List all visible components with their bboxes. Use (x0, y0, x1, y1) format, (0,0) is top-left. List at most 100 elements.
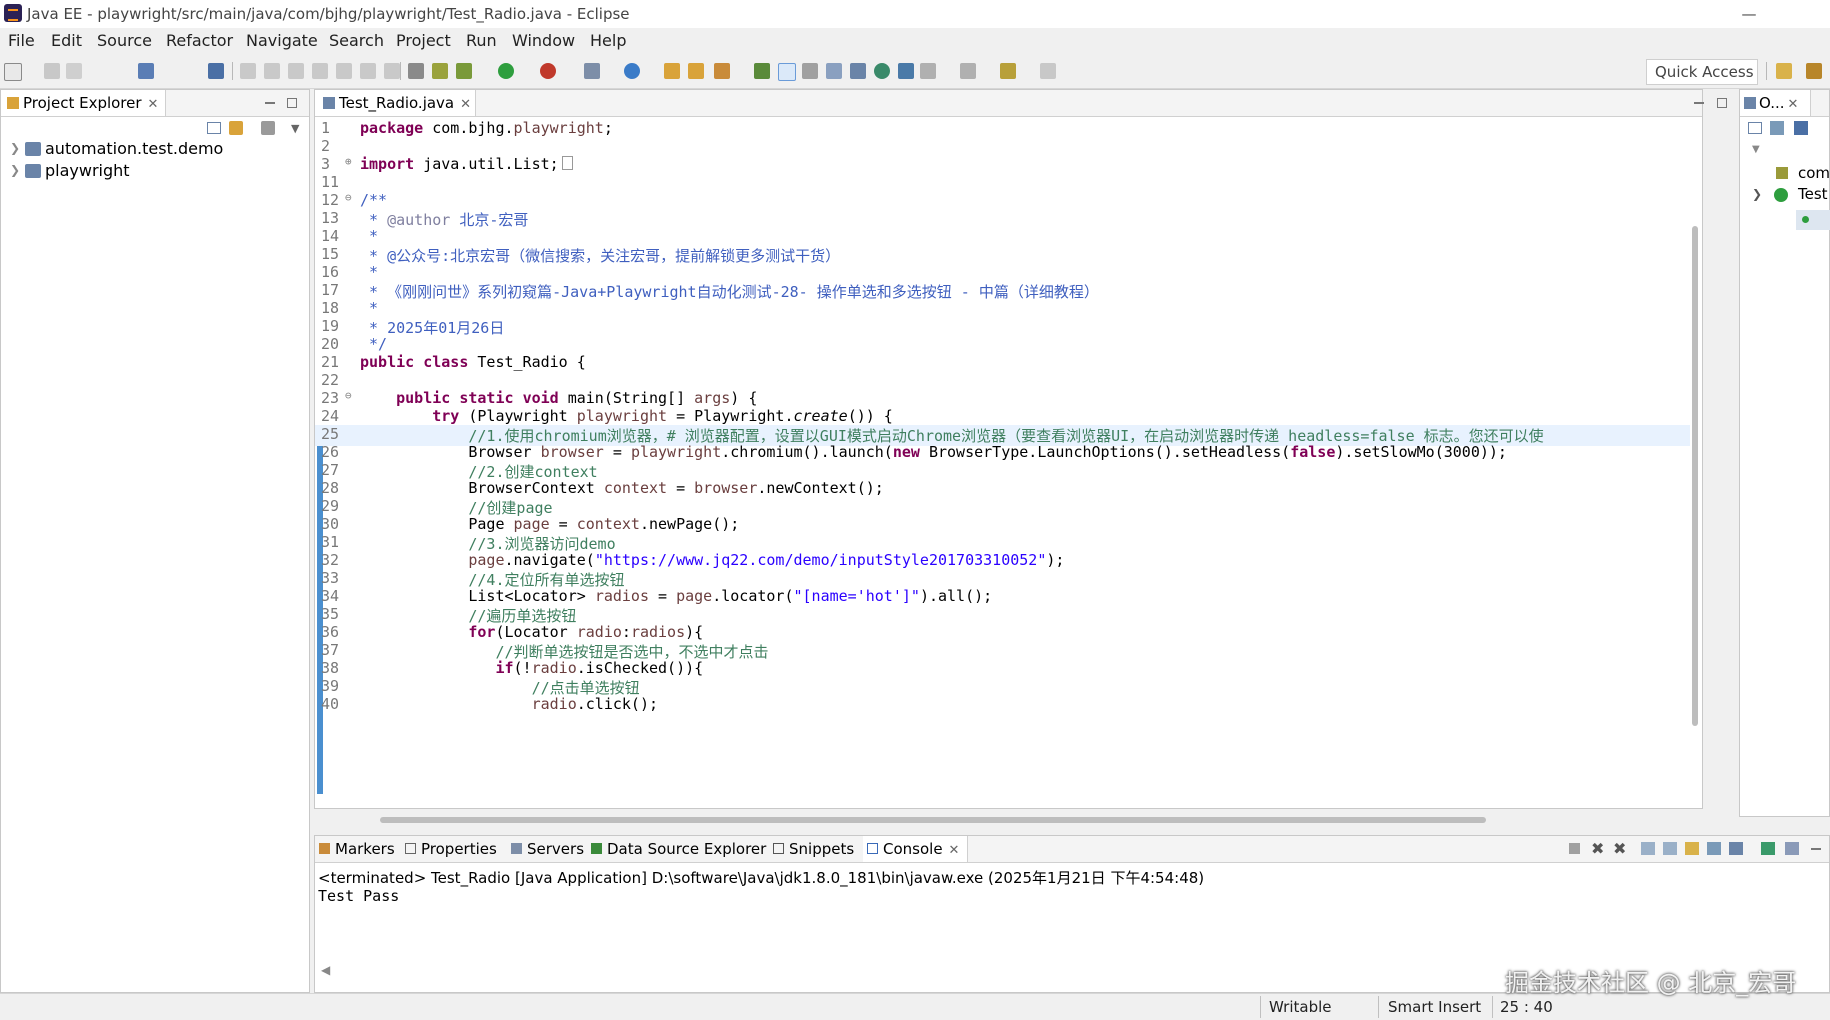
next-annotation-icon[interactable] (920, 63, 936, 79)
close-icon[interactable]: ✕ (1788, 97, 1799, 112)
open-perspective-2-icon[interactable] (1776, 63, 1792, 79)
scroll-left-icon[interactable]: ◀ (321, 963, 330, 977)
open-folder-icon[interactable] (688, 63, 704, 79)
minimize-view-icon[interactable] (1811, 848, 1821, 850)
view-filters-icon[interactable] (261, 121, 275, 135)
pin-icon[interactable] (208, 63, 224, 79)
fold-toggle-icon[interactable]: ⊕ (345, 155, 352, 168)
previous-annotation-icon[interactable] (960, 63, 976, 79)
menu-navigate[interactable]: Navigate (246, 31, 318, 50)
close-icon[interactable]: ✕ (949, 843, 960, 858)
word-wrap-icon[interactable] (1663, 842, 1677, 855)
tab-properties[interactable]: Properties (405, 836, 497, 862)
step-return-icon[interactable] (384, 63, 400, 79)
hide-fields-icon[interactable] (1794, 121, 1808, 135)
back-icon[interactable] (1000, 63, 1016, 79)
chevron-right-icon[interactable]: ❯ (10, 163, 20, 177)
menu-file[interactable]: File (8, 31, 35, 50)
tree-item-project[interactable]: ❯ playwright (1, 161, 301, 183)
fold-toggle-icon[interactable]: ⊖ (345, 389, 352, 402)
menu-project[interactable]: Project (396, 31, 451, 50)
menu-source[interactable]: Source (97, 31, 152, 50)
menu-help[interactable]: Help (590, 31, 626, 50)
show-console-on-output-icon[interactable] (1685, 842, 1699, 855)
open-console-icon[interactable] (1785, 842, 1799, 855)
minimize-view-icon[interactable] (265, 102, 275, 104)
close-icon[interactable]: ✕ (460, 97, 471, 112)
new-java-class-icon[interactable] (624, 63, 640, 79)
quick-access-input[interactable]: Quick Access (1646, 59, 1758, 85)
link-with-editor-icon[interactable] (229, 121, 243, 135)
new-server-icon[interactable] (584, 63, 600, 79)
tab-servers[interactable]: Servers (511, 836, 584, 862)
open-type-icon[interactable] (664, 63, 680, 79)
maximize-view-icon[interactable] (287, 98, 297, 108)
collapse-all-icon[interactable] (1748, 122, 1762, 134)
run-icon[interactable] (498, 63, 514, 79)
terminate-icon[interactable] (1569, 843, 1580, 854)
skip-breakpoints-icon[interactable] (432, 63, 448, 79)
view-menu-icon[interactable]: ▼ (291, 122, 299, 135)
toggle-mark-occurrences-icon[interactable] (778, 63, 796, 81)
word-wrap-icon[interactable] (850, 63, 866, 79)
tree-item-project[interactable]: ❯ automation.test.demo (1, 139, 301, 161)
tab-project-explorer[interactable]: Project Explorer ✕ (1, 90, 166, 116)
disconnect-icon[interactable] (312, 63, 328, 79)
annotation-icon[interactable] (754, 63, 770, 79)
open-perspective-icon[interactable] (138, 63, 154, 79)
pin-console-icon[interactable] (1761, 842, 1775, 855)
status-insert-mode[interactable]: Smart Insert (1388, 998, 1481, 1016)
outline-item-package[interactable]: com (1798, 164, 1830, 182)
minimize-editor-icon[interactable] (1694, 102, 1704, 104)
show-console-on-error-icon[interactable] (1707, 842, 1721, 855)
menu-window[interactable]: Window (512, 31, 575, 50)
step-over-icon[interactable] (360, 63, 376, 79)
tab-snippets[interactable]: Snippets (773, 836, 854, 862)
block-selection-icon[interactable] (802, 63, 818, 79)
menu-edit[interactable]: Edit (51, 31, 82, 50)
menu-search[interactable]: Search (329, 31, 384, 50)
tab-outline[interactable]: O... ✕ (1740, 90, 1811, 116)
remove-all-terminated-icon[interactable]: ✖ (1613, 839, 1626, 858)
remove-launch-icon[interactable]: ✖ (1591, 839, 1604, 858)
chevron-right-icon[interactable]: ❯ (10, 141, 20, 155)
resume-icon[interactable] (240, 63, 256, 79)
new-icon[interactable] (4, 63, 22, 81)
show-whitespace-icon[interactable] (826, 63, 842, 79)
debug-icon[interactable] (456, 63, 472, 79)
maximize-editor-icon[interactable] (1717, 98, 1727, 108)
code-editor[interactable]: 1 package com.bjhg.playwright; 2 3 ⊕ import j… (315, 117, 1702, 794)
scroll-lock-icon[interactable] (1641, 842, 1655, 855)
display-selected-console-icon[interactable] (1729, 842, 1743, 855)
save-icon[interactable] (44, 63, 60, 79)
sort-icon[interactable] (1770, 121, 1784, 135)
menu-refactor[interactable]: Refactor (166, 31, 233, 50)
outline-item-class[interactable]: Test (1798, 185, 1828, 203)
fold-toggle-icon[interactable]: ⊖ (345, 191, 352, 204)
java-ee-perspective-icon[interactable] (1806, 63, 1822, 79)
horizontal-scrollbar[interactable] (380, 817, 1486, 823)
search-tool-icon[interactable] (714, 63, 730, 79)
tab-markers[interactable]: Markers (319, 836, 395, 862)
suspend-icon[interactable] (264, 63, 280, 79)
collapse-all-icon[interactable] (207, 122, 221, 134)
view-menu-icon[interactable]: ▼ (1752, 144, 1760, 155)
minimize-icon[interactable]: — (1726, 0, 1772, 28)
tab-console[interactable]: Console ✕ (863, 836, 969, 862)
outline-item-method[interactable] (1796, 210, 1830, 230)
console-icon[interactable] (408, 63, 424, 79)
menu-run[interactable]: Run (466, 31, 497, 50)
save-all-icon[interactable] (66, 63, 82, 79)
forward-icon[interactable] (1040, 63, 1056, 79)
external-tools-2-icon[interactable] (898, 63, 914, 79)
tab-data-source-explorer[interactable]: Data Source Explorer (591, 836, 766, 862)
step-into-icon[interactable] (336, 63, 352, 79)
tab-test-radio-java[interactable]: Test_Radio.java ✕ (315, 90, 476, 116)
vertical-scrollbar[interactable] (1692, 226, 1698, 726)
terminate-icon[interactable] (288, 63, 304, 79)
web-browser-icon[interactable] (874, 63, 890, 79)
external-tools-icon[interactable] (540, 63, 556, 79)
code-line[interactable]: 40 radio.click(); (315, 695, 1690, 716)
chevron-down-icon[interactable]: ❯ (1752, 187, 1762, 201)
close-icon[interactable]: ✕ (148, 97, 159, 112)
